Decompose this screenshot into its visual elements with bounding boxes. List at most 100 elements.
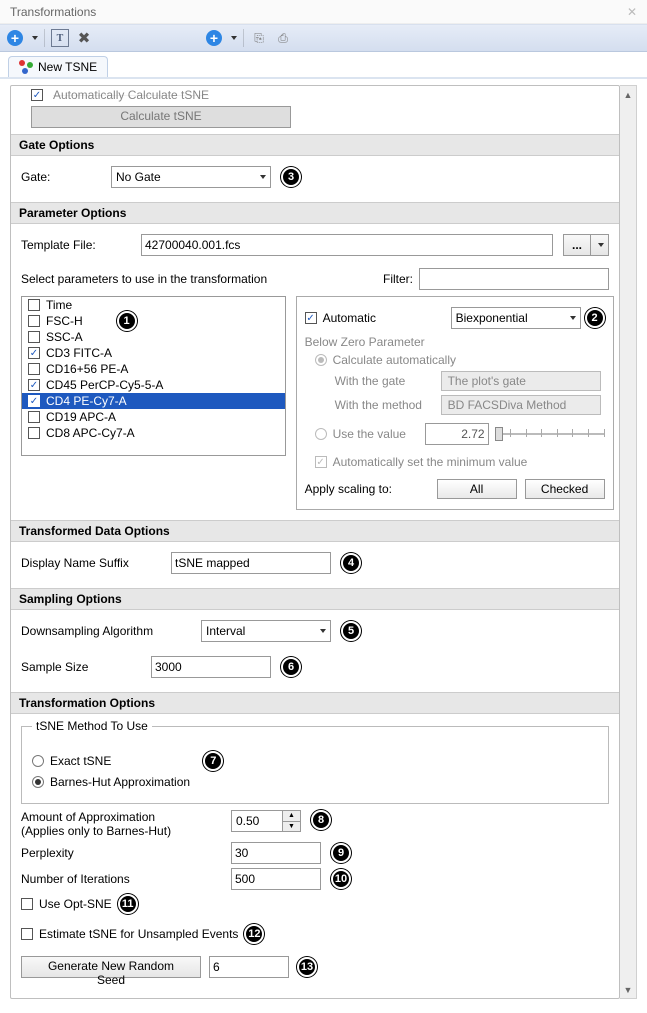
- callout-6: 6: [281, 657, 301, 677]
- seed-input[interactable]: [209, 956, 289, 978]
- scroll-down-icon[interactable]: ▼: [620, 981, 636, 998]
- callout-2: 2: [585, 308, 605, 328]
- spin-down-icon[interactable]: ▼: [283, 822, 300, 832]
- iterations-input[interactable]: [231, 868, 321, 890]
- add-secondary-dropdown-icon[interactable]: [231, 36, 237, 40]
- tab-new-tsne[interactable]: New TSNE: [8, 56, 108, 77]
- parameter-row[interactable]: SSC-A: [22, 329, 285, 345]
- use-optsne-label: Use Opt-SNE: [39, 897, 112, 911]
- use-optsne-checkbox[interactable]: [21, 898, 33, 910]
- with-method-value: BD FACSDiva Method: [441, 395, 601, 415]
- template-file-input[interactable]: [141, 234, 553, 256]
- sample-size-input[interactable]: [151, 656, 271, 678]
- auto-calc-checkbox[interactable]: ✓: [31, 89, 43, 101]
- callout-3: 3: [281, 167, 301, 187]
- iterations-label: Number of Iterations: [21, 872, 221, 886]
- paste-icon[interactable]: ⎙: [274, 29, 292, 47]
- generate-seed-button[interactable]: Generate New Random Seed: [21, 956, 201, 978]
- perplexity-input[interactable]: [231, 842, 321, 864]
- parameter-checkbox[interactable]: ✓: [28, 379, 40, 391]
- callout-11: 11: [118, 894, 138, 914]
- parameter-label: SSC-A: [46, 330, 83, 344]
- copy-icon[interactable]: ⎘: [250, 29, 268, 47]
- template-file-browse-button[interactable]: ...: [563, 234, 591, 256]
- approx-value[interactable]: [232, 811, 282, 831]
- filter-input[interactable]: [419, 268, 609, 290]
- parameter-checkbox[interactable]: [28, 411, 40, 423]
- callout-7: 7: [203, 751, 223, 771]
- approx-label-2: (Applies only to Barnes-Hut): [21, 824, 171, 838]
- scroll-up-icon[interactable]: ▲: [620, 86, 636, 103]
- main-panel: ✓ Automatically Calculate tSNE Calculate…: [10, 85, 620, 999]
- parameter-row[interactable]: ✓CD3 FITC-A: [22, 345, 285, 361]
- sample-size-label: Sample Size: [21, 660, 141, 674]
- tab-bar: New TSNE: [0, 52, 647, 77]
- below-zero-header: Below Zero Parameter: [305, 335, 605, 349]
- tsne-method-title: tSNE Method To Use: [32, 719, 152, 733]
- parameter-row[interactable]: Time: [22, 297, 285, 313]
- calculate-tsne-button[interactable]: Calculate tSNE: [31, 106, 291, 128]
- parameter-label: CD4 PE-Cy7-A: [46, 394, 127, 408]
- parameter-label: FSC-H: [46, 314, 83, 328]
- parameter-row[interactable]: ✓ CD4 PE-Cy7-A: [22, 393, 285, 409]
- exact-tsne-label: Exact tSNE: [50, 754, 111, 768]
- toolbar-separator: [44, 29, 45, 47]
- main-toolbar: + T ✖ + ⎘ ⎙: [0, 24, 647, 52]
- add-dropdown-icon[interactable]: [32, 36, 38, 40]
- template-file-dropdown[interactable]: [591, 234, 609, 256]
- delete-icon[interactable]: ✖: [75, 29, 93, 47]
- perplexity-label: Perplexity: [21, 846, 221, 860]
- parameter-label: CD8 APC-Cy7-A: [46, 426, 135, 440]
- gate-select-value: No Gate: [116, 170, 161, 184]
- parameter-checkbox[interactable]: [28, 363, 40, 375]
- calc-auto-label: Calculate automatically: [333, 353, 456, 367]
- vertical-scrollbar[interactable]: ▲ ▼: [620, 85, 637, 999]
- auto-min-label: Automatically set the minimum value: [333, 455, 528, 469]
- add-button[interactable]: +: [6, 29, 24, 47]
- downsampling-select[interactable]: Interval: [201, 620, 331, 642]
- with-gate-value: The plot's gate: [441, 371, 601, 391]
- use-value-input: [425, 423, 489, 445]
- apply-checked-button[interactable]: Checked: [525, 479, 605, 499]
- add-secondary-button[interactable]: +: [205, 29, 223, 47]
- barnes-hut-radio[interactable]: [32, 776, 44, 788]
- automatic-scaling-label: Automatic: [323, 311, 376, 325]
- automatic-scaling-checkbox[interactable]: ✓: [305, 312, 317, 324]
- calc-auto-radio: [315, 354, 327, 366]
- select-params-label: Select parameters to use in the transfor…: [21, 272, 267, 286]
- parameter-row[interactable]: CD19 APC-A: [22, 409, 285, 425]
- barnes-hut-label: Barnes-Hut Approximation: [50, 775, 190, 789]
- parameter-row[interactable]: CD16+56 PE-A: [22, 361, 285, 377]
- parameter-checkbox[interactable]: [28, 331, 40, 343]
- gate-options-header: Gate Options: [11, 134, 619, 156]
- close-icon[interactable]: ✕: [627, 5, 637, 19]
- parameter-checkbox[interactable]: ✓: [28, 347, 40, 359]
- scaling-type-select[interactable]: Biexponential: [451, 307, 581, 329]
- template-file-label: Template File:: [21, 238, 131, 252]
- gate-select[interactable]: No Gate: [111, 166, 271, 188]
- approx-label-1: Amount of Approximation: [21, 810, 155, 824]
- approx-spinner[interactable]: ▲▼: [231, 810, 301, 832]
- estimate-unsampled-checkbox[interactable]: [21, 928, 33, 940]
- window-title: Transformations: [10, 5, 96, 19]
- parameter-checkbox[interactable]: [28, 299, 40, 311]
- use-value-slider: [495, 425, 605, 443]
- parameter-checkbox[interactable]: ✓: [28, 395, 40, 407]
- parameter-row[interactable]: CD8 APC-Cy7-A: [22, 425, 285, 441]
- suffix-input[interactable]: [171, 552, 331, 574]
- chevron-down-icon: [260, 175, 266, 179]
- use-value-label: Use the value: [333, 427, 419, 441]
- parameters-listbox[interactable]: TimeFSC-HSSC-A✓CD3 FITC-ACD16+56 PE-A✓CD…: [21, 296, 286, 456]
- parameter-row[interactable]: ✓CD45 PerCP-Cy5-5-A: [22, 377, 285, 393]
- window-titlebar: Transformations ✕: [0, 0, 647, 24]
- parameter-checkbox[interactable]: [28, 427, 40, 439]
- filter-label: Filter:: [383, 272, 413, 286]
- rename-icon[interactable]: T: [51, 29, 69, 47]
- scaling-type-value: Biexponential: [456, 311, 528, 325]
- apply-all-button[interactable]: All: [437, 479, 517, 499]
- exact-tsne-radio[interactable]: [32, 755, 44, 767]
- spin-up-icon[interactable]: ▲: [283, 811, 300, 822]
- parameter-checkbox[interactable]: [28, 315, 40, 327]
- with-gate-label: With the gate: [335, 374, 435, 388]
- parameter-row[interactable]: FSC-H: [22, 313, 285, 329]
